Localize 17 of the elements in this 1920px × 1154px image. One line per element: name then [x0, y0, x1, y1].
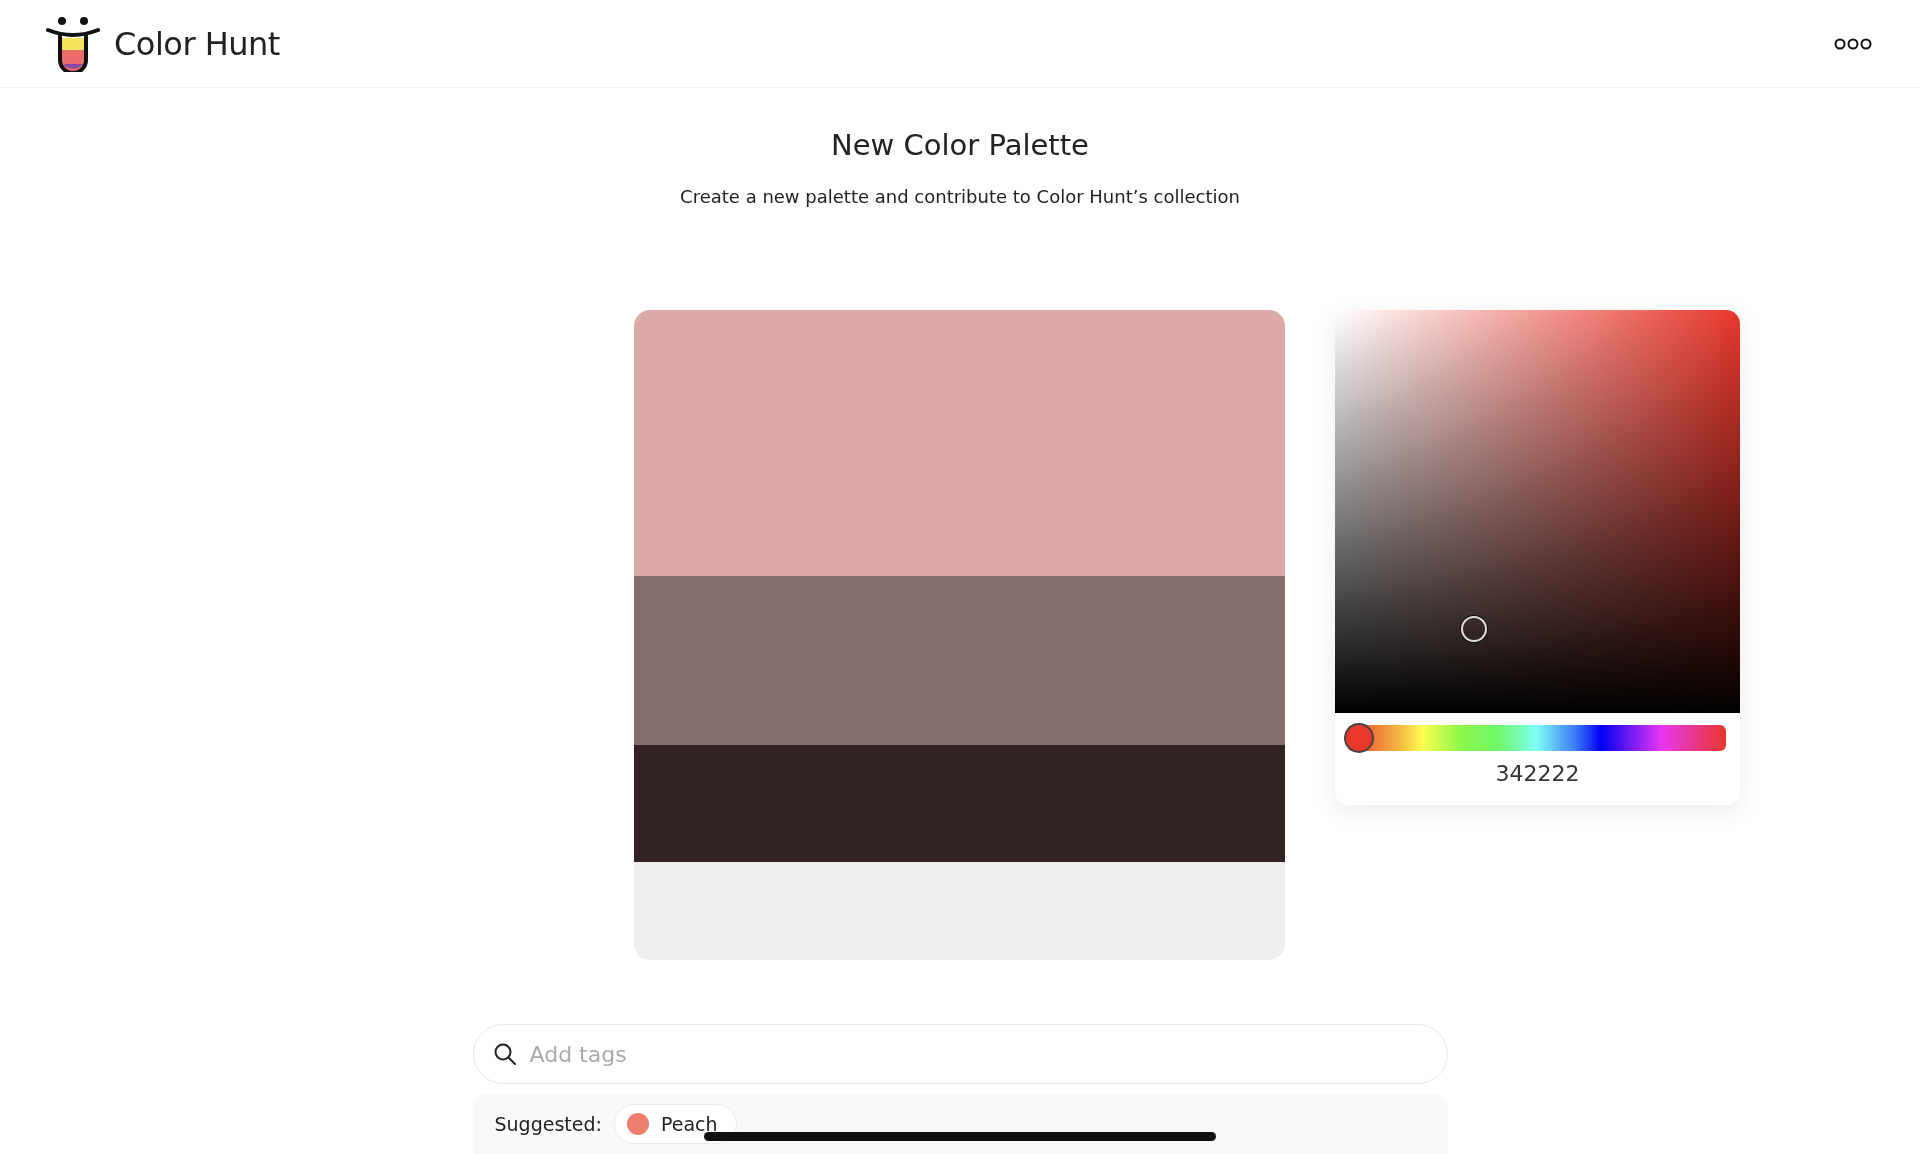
- hue-handle[interactable]: [1344, 723, 1374, 753]
- tag-chip[interactable]: Peach: [613, 1104, 737, 1144]
- color-swatch[interactable]: [634, 576, 1285, 745]
- suggested-label: Suggested:: [494, 1113, 602, 1135]
- tags-search-field[interactable]: Add tags: [472, 1024, 1448, 1084]
- hue-slider[interactable]: [1347, 725, 1726, 751]
- color-swatch[interactable]: [634, 745, 1285, 862]
- page-subtitle: Create a new palette and contribute to Color Hunt’s collection: [679, 186, 1241, 207]
- color-swatch[interactable]: [634, 862, 1285, 960]
- page-title: New Color Palette: [830, 128, 1090, 162]
- saturation-handle[interactable]: [1461, 616, 1487, 642]
- hex-value[interactable]: 342222: [1335, 761, 1740, 786]
- color-swatch[interactable]: [634, 310, 1285, 576]
- search-icon: [492, 1042, 517, 1066]
- brand-name[interactable]: Color Hunt: [114, 24, 280, 63]
- saturation-area[interactable]: [1335, 310, 1740, 713]
- logo-icon: [46, 15, 100, 72]
